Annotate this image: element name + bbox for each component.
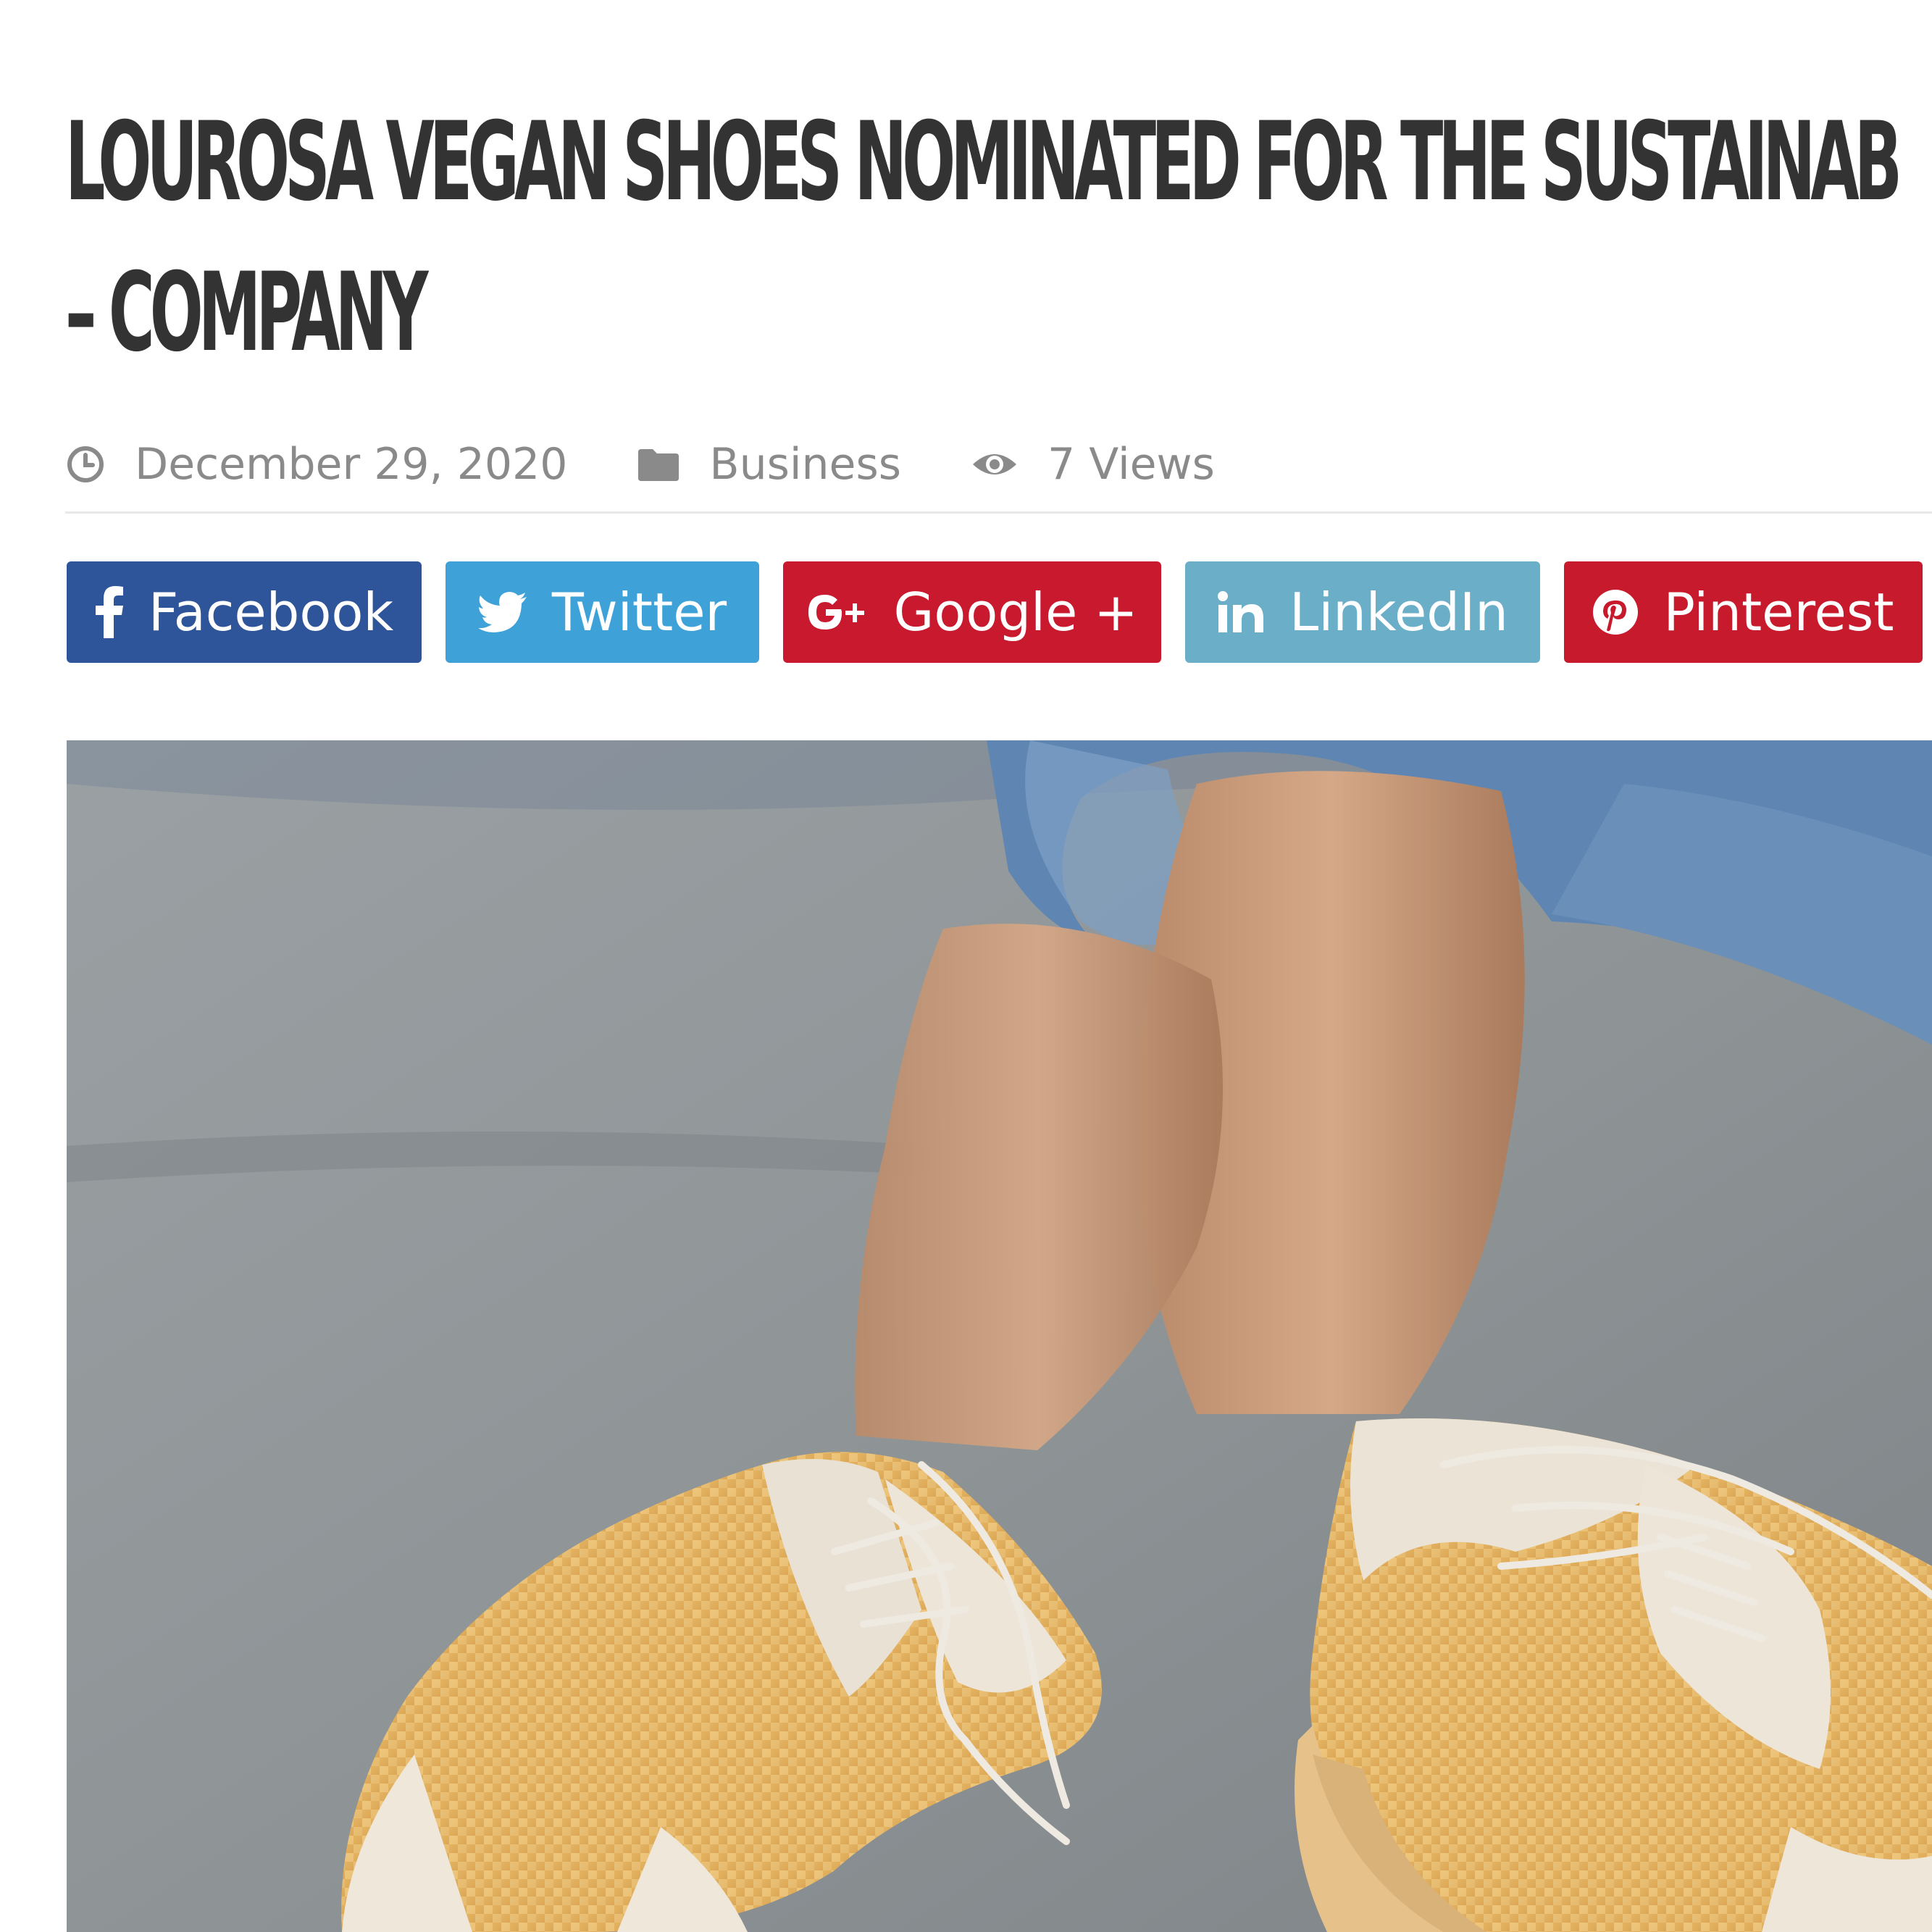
article-title-line-1: LOUROSA VEGAN SHOES NOMINATED FOR THE SU… [65, 99, 1902, 225]
clock-icon [65, 444, 106, 485]
share-twitter-button[interactable]: Twitter [446, 561, 759, 663]
share-bar: Facebook Twitter Google + LinkedIn Pinte… [67, 561, 1923, 663]
meta-category-link[interactable]: Business [709, 439, 901, 490]
share-twitter-label: Twitter [551, 582, 727, 643]
folder-icon [637, 446, 680, 482]
article-title-line-2: – COMPANY [65, 250, 428, 376]
share-pinterest-button[interactable]: Pinterest [1564, 561, 1923, 663]
meta-views: 7 Views [971, 439, 1215, 490]
facebook-icon [95, 586, 124, 638]
google-plus-icon [806, 590, 869, 634]
meta-date: December 29, 2020 [65, 439, 567, 490]
share-google-plus-label: Google + [893, 582, 1138, 643]
twitter-icon [477, 592, 527, 632]
linkedin-icon [1217, 590, 1265, 634]
share-google-plus-button[interactable]: Google + [783, 561, 1161, 663]
eye-icon [971, 448, 1019, 480]
pinterest-icon [1592, 589, 1639, 635]
featured-image [67, 740, 1932, 1932]
share-linkedin-label: LinkedIn [1289, 582, 1508, 643]
vegan-shoes-photo [67, 740, 1932, 1932]
share-pinterest-label: Pinterest [1663, 582, 1894, 643]
meta-date-text: December 29, 2020 [135, 439, 568, 490]
share-facebook-label: Facebook [148, 582, 394, 643]
meta-category[interactable]: Business [637, 439, 901, 490]
article-title: LOUROSA VEGAN SHOES NOMINATED FOR THE SU… [65, 87, 1902, 388]
share-linkedin-button[interactable]: LinkedIn [1185, 561, 1540, 663]
share-facebook-button[interactable]: Facebook [67, 561, 422, 663]
meta-divider [65, 511, 1932, 514]
article-page: LOUROSA VEGAN SHOES NOMINATED FOR THE SU… [0, 0, 1932, 1932]
meta-views-text: 7 Views [1047, 439, 1215, 490]
article-meta: December 29, 2020 Business 7 Views [65, 432, 1215, 497]
